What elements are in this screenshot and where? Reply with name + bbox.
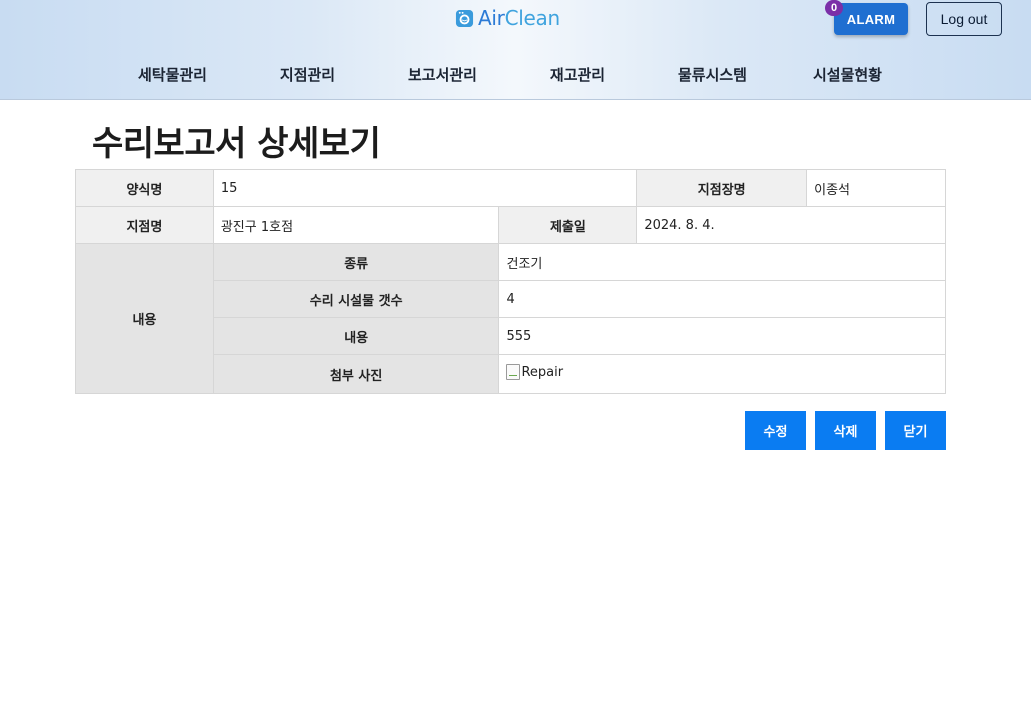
edit-button[interactable]: 수정 [745,411,806,450]
submit-date-value: 2024. 8. 4. [636,206,946,244]
table-row: 양식명 15 지점장명 이종석 [75,169,946,207]
action-buttons: 수정 삭제 닫기 [745,411,946,450]
page-title: 수리보고서 상세보기 [92,124,381,164]
nav-item-inventory[interactable]: 재고관리 [510,56,645,92]
form-name-value: 15 [212,169,638,207]
nav-item-logistics[interactable]: 물류시스템 [645,56,780,92]
broken-image-icon [506,364,521,380]
table-row: 지점명 광진구 1호점 제출일 2024. 8. 4. [75,206,946,244]
detail-value: 555 [498,317,946,355]
manager-value: 이종석 [806,169,946,207]
table-row: 내용 종류 건조기 [75,243,946,394]
logout-button[interactable]: Log out [926,2,1002,36]
photo-cell: Repair [498,354,946,394]
nav-item-branch[interactable]: 지점관리 [240,56,375,92]
close-button[interactable]: 닫기 [885,411,946,450]
detail-label: 내용 [212,317,500,355]
nav-item-laundry[interactable]: 세탁물관리 [105,56,240,92]
type-label: 종류 [212,243,500,281]
delete-button[interactable]: 삭제 [815,411,876,450]
nav-item-facility[interactable]: 시설물현황 [780,56,915,92]
type-value: 건조기 [498,243,946,281]
branch-label: 지점명 [75,206,214,244]
repair-photo-alt: Repair [521,364,564,380]
airclean-logo[interactable]: AirClean [455,6,560,30]
content-label: 내용 [75,243,214,394]
repair-report-table: 양식명 15 지점장명 이종석 지점명 광진구 1호점 제출일 2024. 8.… [75,169,946,394]
photo-label: 첨부 사진 [212,354,500,394]
repair-photo[interactable]: Repair [506,364,563,380]
alarm-button[interactable]: ALARM [834,3,908,35]
washing-machine-icon [455,9,474,27]
repair-count-label: 수리 시설물 갯수 [212,280,500,318]
branch-value: 광진구 1호점 [212,206,500,244]
main-nav: 세탁물관리 지점관리 보고서관리 재고관리 물류시스템 시설물현황 [0,56,1031,92]
form-name-label: 양식명 [75,169,214,207]
manager-label: 지점장명 [636,169,808,207]
logo-text: AirClean [478,6,560,30]
repair-count-value: 4 [498,280,946,318]
submit-date-label: 제출일 [498,206,638,244]
top-header: AirClean ALARM 0 Log out 세탁물관리 지점관리 보고서관… [0,0,1031,100]
alarm-count-badge: 0 [825,0,843,16]
nav-item-report[interactable]: 보고서관리 [375,56,510,92]
